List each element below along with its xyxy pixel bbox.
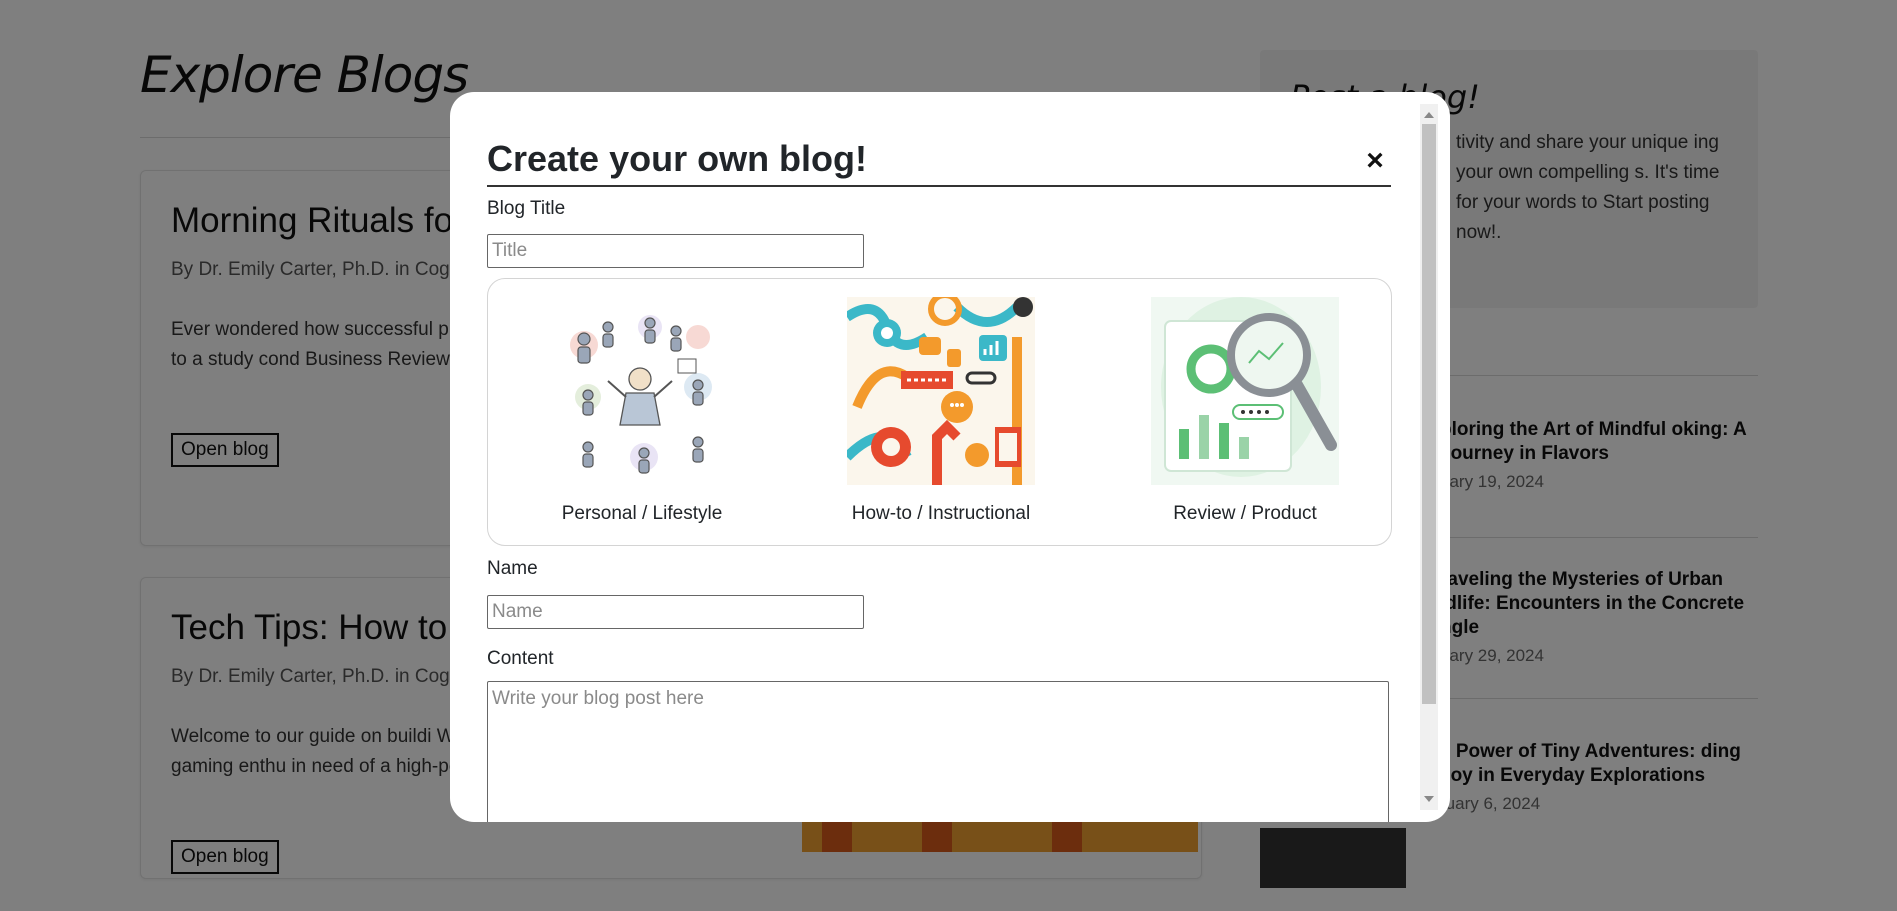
magnifier-chart-illustration-icon bbox=[1151, 297, 1339, 485]
modal-body: Create your own blog! × Blog Title Title… bbox=[450, 92, 1420, 822]
close-icon[interactable]: × bbox=[1360, 146, 1390, 176]
name-label: Name bbox=[487, 558, 538, 579]
blog-type-selector: Personal / Lifestyle How-to / Instructio… bbox=[487, 278, 1392, 546]
blog-type-label: Personal / Lifestyle bbox=[561, 503, 723, 524]
content-label: Content bbox=[487, 648, 554, 669]
modal-scrollbar[interactable] bbox=[1420, 104, 1438, 810]
scroll-up-icon[interactable] bbox=[1424, 112, 1434, 118]
create-blog-modal: Create your own blog! × Blog Title Title… bbox=[450, 92, 1450, 822]
content-textarea[interactable] bbox=[487, 681, 1389, 822]
modal-title-divider bbox=[487, 185, 1391, 187]
scrollbar-thumb[interactable] bbox=[1422, 124, 1436, 704]
blog-type-label: Review / Product bbox=[1173, 503, 1317, 524]
name-input[interactable] bbox=[487, 595, 864, 629]
icons-pattern-illustration-icon bbox=[847, 297, 1035, 485]
blog-type-personal[interactable]: Personal / Lifestyle bbox=[512, 297, 772, 525]
scroll-down-icon[interactable] bbox=[1424, 796, 1434, 802]
people-illustration-icon bbox=[548, 297, 736, 485]
modal-title: Create your own blog! bbox=[487, 138, 868, 179]
blog-type-howto[interactable]: How-to / Instructional bbox=[811, 297, 1071, 525]
blog-title-label: Blog Title bbox=[487, 198, 566, 219]
blog-title-input[interactable] bbox=[487, 234, 864, 268]
blog-type-label: How-to / Instructional bbox=[851, 503, 1031, 524]
blog-type-review[interactable]: Review / Product bbox=[1115, 297, 1375, 525]
